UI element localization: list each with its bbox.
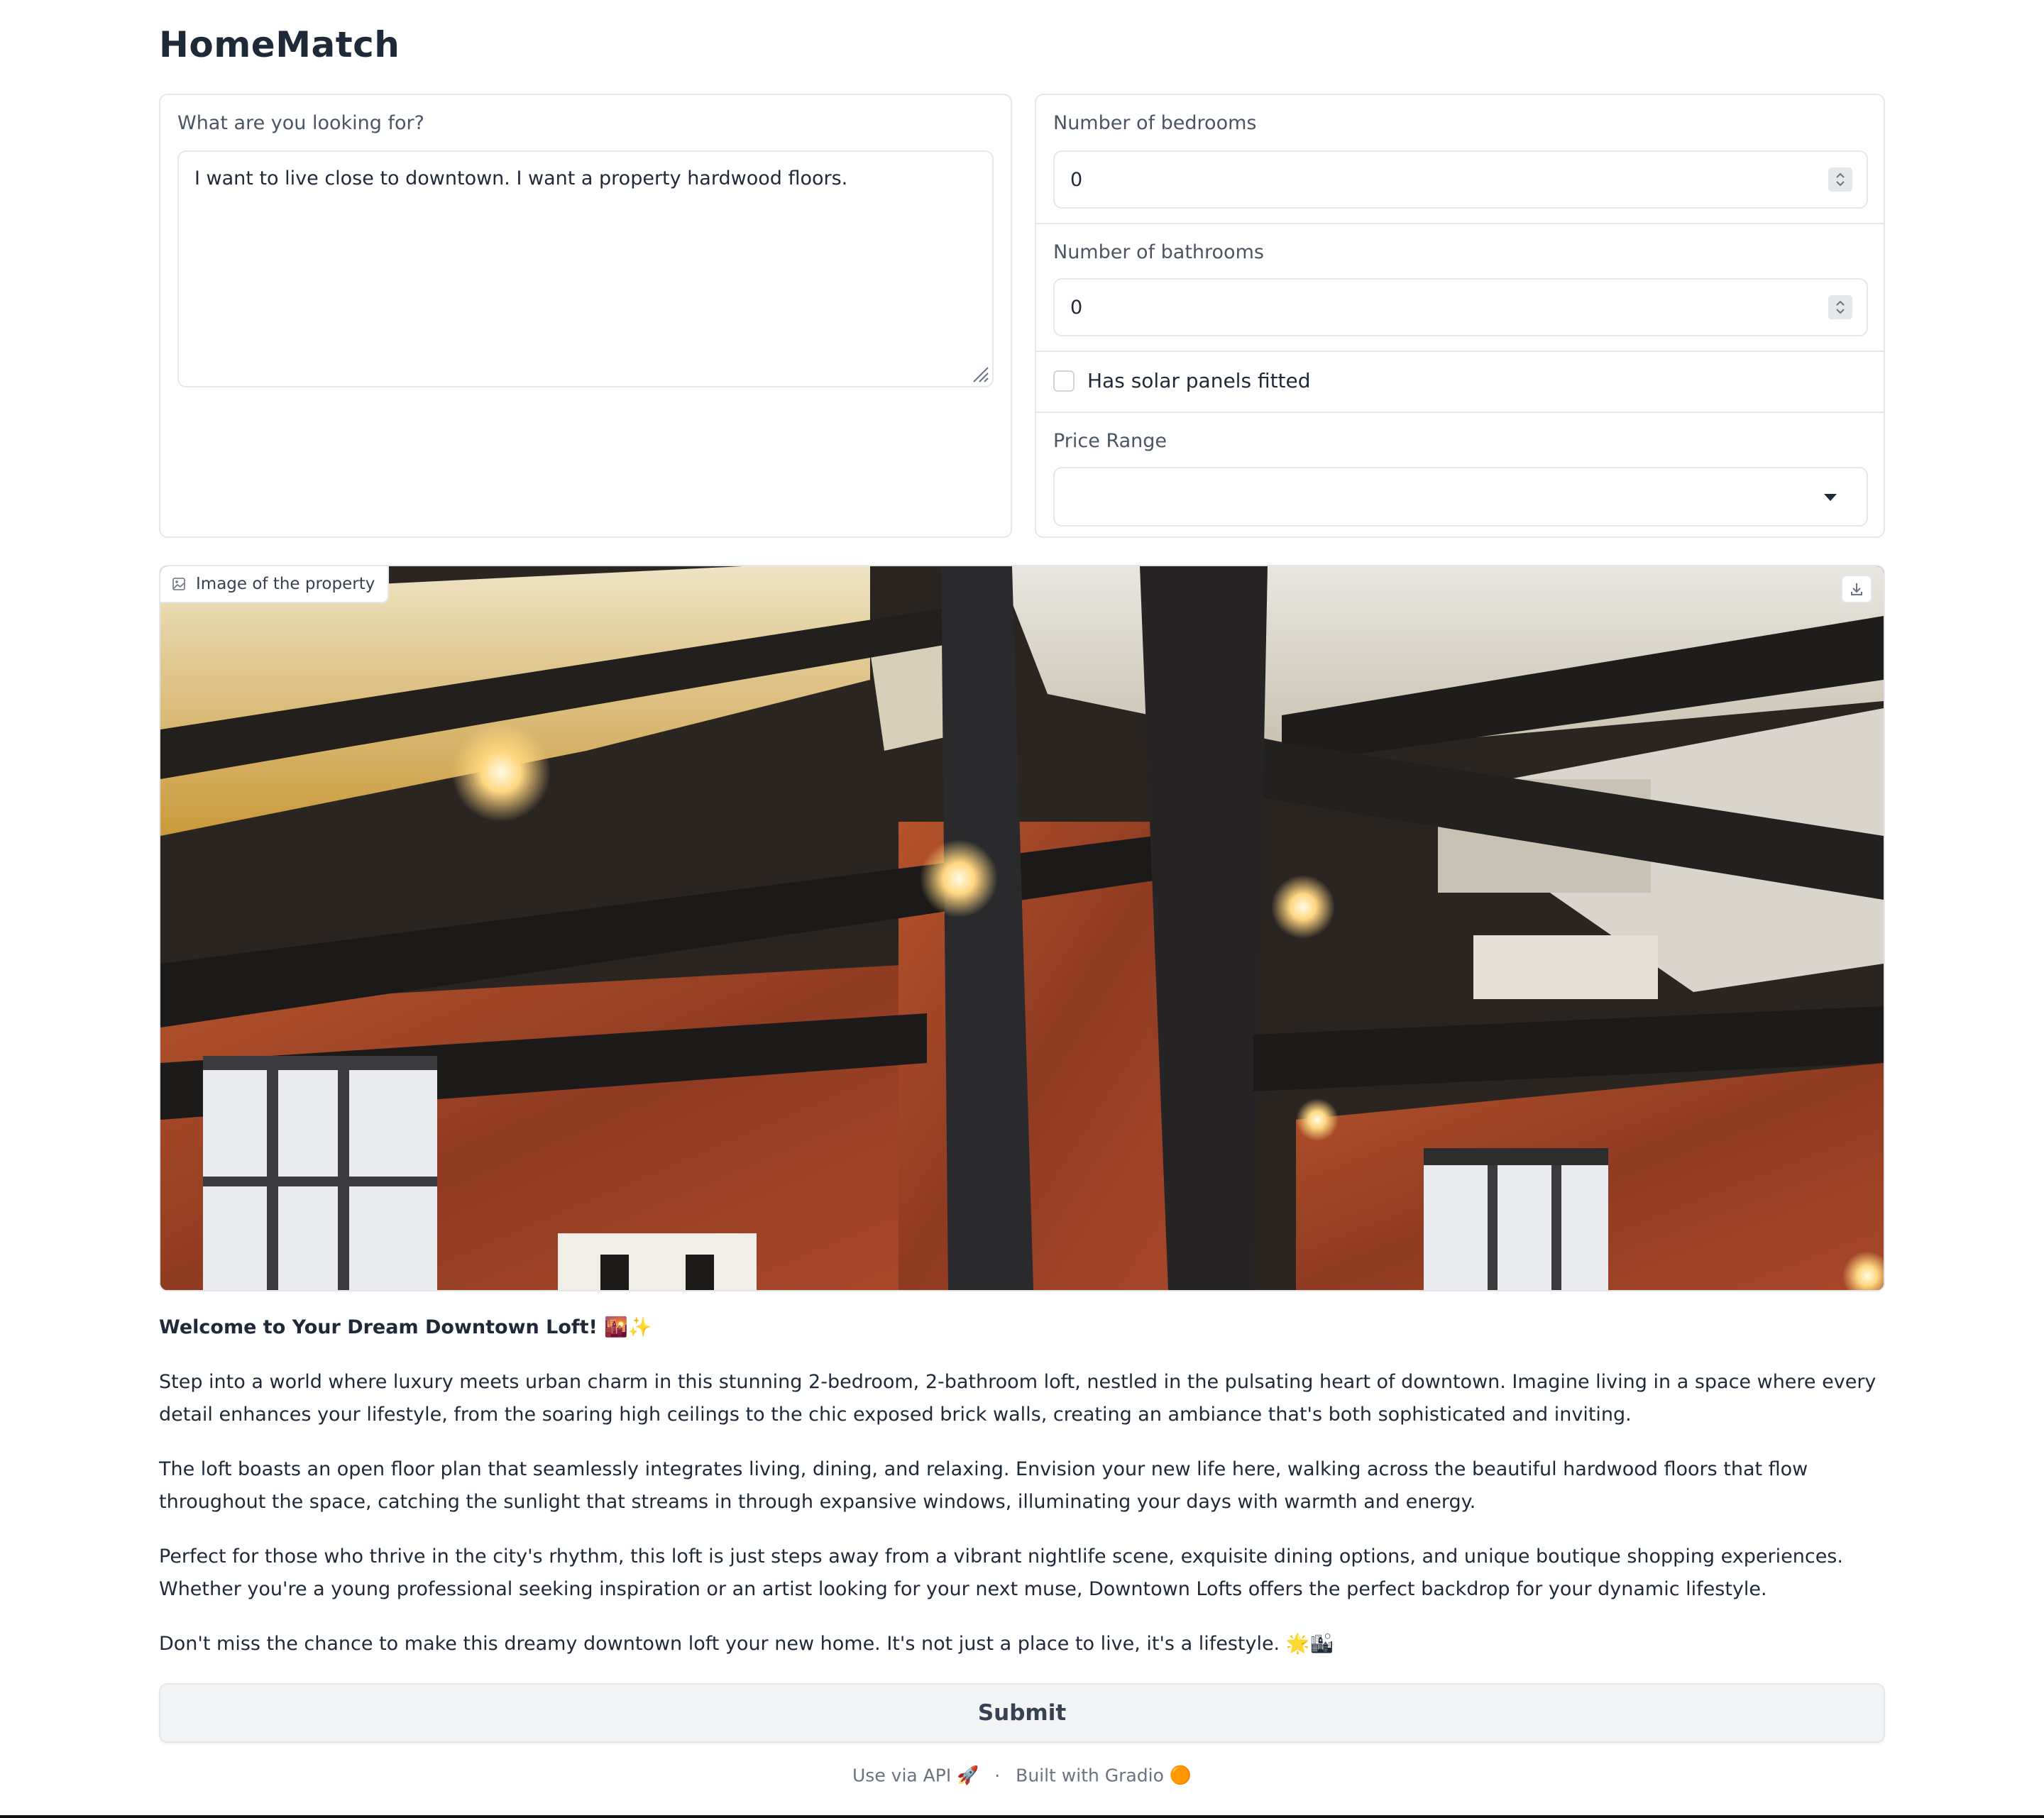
property-description: Welcome to Your Dream Downtown Loft! 🌇✨ …: [159, 1311, 1885, 1682]
description-paragraph: Don't miss the chance to make this dream…: [159, 1633, 1334, 1655]
query-text: I want to live close to downtown. I want…: [194, 167, 848, 189]
gradio-logo-icon: 🟠: [1169, 1765, 1192, 1785]
property-photo: [160, 566, 1884, 1290]
stepper-chevrons-icon: [1836, 172, 1845, 187]
bathrooms-value: 0: [1070, 296, 1083, 319]
bathrooms-input[interactable]: 0: [1053, 278, 1868, 336]
image-icon: [172, 578, 185, 590]
bathrooms-label: Number of bathrooms: [1053, 241, 1264, 263]
divider: [1036, 351, 1884, 352]
use-via-api-link[interactable]: Use via API: [852, 1765, 951, 1786]
footer-separator: ·: [994, 1765, 1001, 1786]
divider: [1036, 223, 1884, 224]
query-label: What are you looking for?: [177, 112, 424, 134]
query-panel: What are you looking for? I want to live…: [159, 94, 1012, 538]
footer: Use via API 🚀 · Built with Gradio 🟠: [159, 1764, 1885, 1786]
bedrooms-input[interactable]: 0: [1053, 150, 1868, 209]
price-label: Price Range: [1053, 430, 1167, 452]
price-range-dropdown[interactable]: [1053, 467, 1868, 527]
description-paragraph: Step into a world where luxury meets urb…: [159, 1371, 1877, 1426]
filters-panel: Number of bedrooms 0 Number of bathrooms…: [1035, 94, 1885, 538]
divider: [1036, 412, 1884, 413]
built-with-gradio-link[interactable]: Built with Gradio: [1016, 1765, 1164, 1786]
window-bottom-edge: [0, 1815, 2044, 1818]
bedrooms-label: Number of bedrooms: [1053, 112, 1257, 134]
solar-label[interactable]: Has solar panels fitted: [1087, 369, 1311, 392]
bedrooms-stepper[interactable]: [1828, 167, 1852, 192]
property-image-block: Image of the property: [159, 565, 1885, 1291]
resize-handle-icon[interactable]: [971, 365, 989, 383]
rocket-icon: 🚀: [957, 1765, 979, 1785]
query-textarea[interactable]: I want to live close to downtown. I want…: [177, 150, 994, 387]
description-headline: Welcome to Your Dream Downtown Loft! 🌇✨: [159, 1316, 652, 1338]
submit-button[interactable]: Submit: [159, 1683, 1885, 1743]
page-title: HomeMatch: [159, 24, 400, 65]
description-paragraph: Perfect for those who thrive in the city…: [159, 1546, 1843, 1600]
bedrooms-value: 0: [1070, 168, 1083, 191]
bathrooms-stepper[interactable]: [1828, 295, 1852, 319]
chevron-down-icon: [1824, 494, 1837, 501]
description-paragraph: The loft boasts an open floor plan that …: [159, 1458, 1808, 1513]
stepper-chevrons-icon: [1836, 300, 1845, 314]
download-button[interactable]: [1841, 575, 1872, 603]
image-label: Image of the property: [160, 566, 390, 603]
download-icon: [1851, 583, 1862, 595]
image-label-text: Image of the property: [196, 575, 375, 593]
solar-checkbox[interactable]: [1053, 370, 1075, 392]
